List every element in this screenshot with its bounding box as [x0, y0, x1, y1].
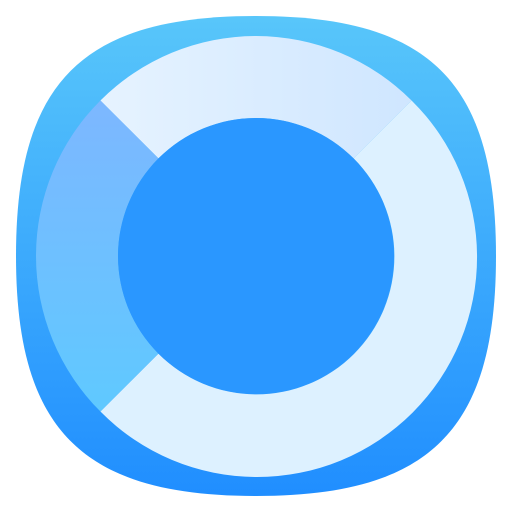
ring-center: [118, 118, 394, 394]
app-icon[interactable]: [0, 0, 512, 512]
ring-donut-icon: [16, 16, 496, 496]
